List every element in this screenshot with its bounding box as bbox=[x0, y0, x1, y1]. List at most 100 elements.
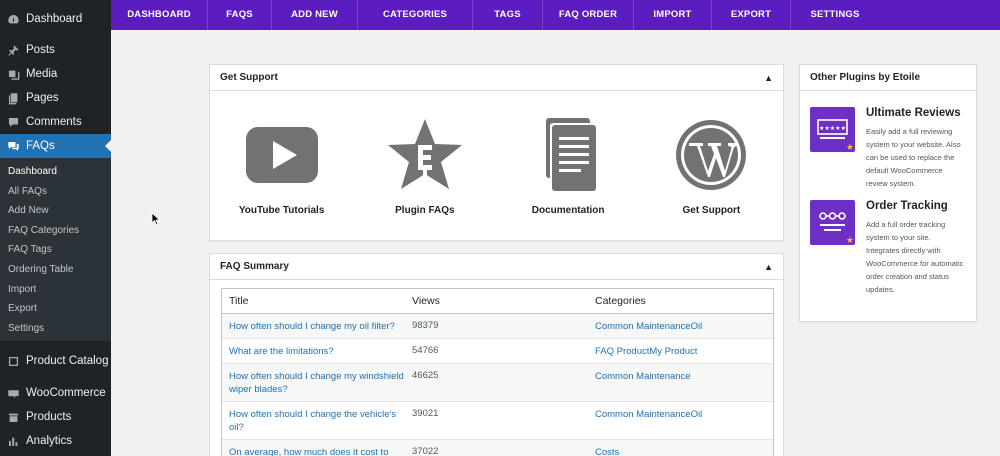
nav-add-new[interactable]: ADD NEW bbox=[272, 0, 358, 30]
faq-title-link[interactable]: How often should I change my windshield … bbox=[229, 371, 404, 395]
plugin-card-order-tracking[interactable]: ★ Order Tracking Add a full order tracki… bbox=[800, 200, 976, 296]
sidebar-item-product-catalog[interactable]: Product Catalog bbox=[0, 349, 111, 373]
products-icon bbox=[6, 410, 20, 424]
sidebar-item-label: Product Catalog bbox=[26, 355, 109, 368]
panel-title: Other Plugins by Etoile bbox=[810, 72, 921, 83]
wordpress-icon bbox=[676, 120, 747, 190]
plugin-title: Order Tracking bbox=[866, 200, 948, 212]
nav-faq-order[interactable]: FAQ ORDER bbox=[543, 0, 634, 30]
nav-tags[interactable]: TAGS bbox=[473, 0, 543, 30]
faq-categories-link[interactable]: FAQ ProductMy Product bbox=[595, 346, 697, 357]
sidebar-item-pages[interactable]: Pages bbox=[0, 86, 111, 110]
collapse-toggle-icon[interactable]: ▲ bbox=[764, 262, 773, 272]
analytics-icon bbox=[6, 434, 20, 448]
youtube-icon bbox=[245, 127, 318, 183]
pin-icon bbox=[6, 43, 20, 57]
sidebar-item-label: WooCommerce bbox=[26, 387, 106, 400]
sidebar-item-media[interactable]: Media bbox=[0, 62, 111, 86]
svg-text:★★★★★: ★★★★★ bbox=[819, 125, 846, 132]
faq-categories-link[interactable]: Common Maintenance bbox=[595, 371, 691, 382]
submenu-item-all-faqs[interactable]: All FAQs bbox=[0, 182, 111, 202]
faq-views: 98379 bbox=[412, 320, 439, 331]
table-header: Title Views Categories bbox=[222, 289, 773, 314]
plugin-title: Ultimate Reviews bbox=[866, 107, 961, 119]
plugin-description: Easily add a full reviewing system to yo… bbox=[866, 127, 961, 188]
nav-export[interactable]: EXPORT bbox=[712, 0, 791, 30]
submenu-item-settings[interactable]: Settings bbox=[0, 319, 111, 339]
sidebar-item-label: FAQs bbox=[26, 140, 55, 152]
sidebar-item-label: Dashboard bbox=[26, 13, 83, 25]
sidebar-item-analytics[interactable]: Analytics bbox=[0, 429, 111, 453]
column-header-title[interactable]: Title bbox=[222, 295, 406, 307]
submenu-item-add-new[interactable]: Add New bbox=[0, 201, 111, 221]
other-plugins-panel: Other Plugins by Etoile ★★★★★ ★ Ultimate… bbox=[799, 64, 977, 322]
nav-dashboard[interactable]: DASHBOARD bbox=[111, 0, 208, 30]
panel-title: FAQ Summary bbox=[220, 261, 289, 272]
table-row: How often should I change the vehicle's … bbox=[222, 402, 773, 440]
plugin-card-ultimate-reviews[interactable]: ★★★★★ ★ Ultimate Reviews Easily add a fu… bbox=[800, 107, 976, 190]
submenu-item-faq-categories[interactable]: FAQ Categories bbox=[0, 221, 111, 241]
mouse-cursor-icon bbox=[151, 212, 161, 229]
submenu-item-ordering-table[interactable]: Ordering Table bbox=[0, 260, 111, 280]
panel-header: FAQ Summary ▲ bbox=[210, 254, 783, 280]
submenu-item-export[interactable]: Export bbox=[0, 299, 111, 319]
table-row: How often should I change my windshield … bbox=[222, 364, 773, 402]
faq-categories-link[interactable]: Common MaintenanceOil bbox=[595, 321, 702, 332]
support-plugin-faqs[interactable]: Plugin FAQs bbox=[353, 117, 496, 216]
table-row: How often should I change my oil filter?… bbox=[222, 314, 773, 339]
submenu-item-dashboard[interactable]: Dashboard bbox=[0, 162, 111, 182]
column-header-categories[interactable]: Categories bbox=[589, 295, 773, 307]
support-get-support[interactable]: Get Support bbox=[640, 117, 783, 216]
sidebar-item-label: Media bbox=[26, 68, 58, 80]
faq-icon bbox=[6, 139, 20, 153]
support-label: Documentation bbox=[531, 205, 605, 216]
catalog-icon bbox=[6, 354, 20, 368]
support-youtube-tutorials[interactable]: YouTube Tutorials bbox=[210, 117, 353, 216]
sidebar-item-label: Posts bbox=[26, 44, 55, 56]
panel-header: Other Plugins by Etoile bbox=[800, 65, 976, 91]
submenu-item-faq-tags[interactable]: FAQ Tags bbox=[0, 240, 111, 260]
nav-import[interactable]: IMPORT bbox=[634, 0, 712, 30]
documents-icon bbox=[546, 118, 597, 191]
nav-faqs[interactable]: FAQS bbox=[208, 0, 272, 30]
faq-summary-panel: FAQ Summary ▲ Title Views Categories How… bbox=[209, 253, 784, 456]
sidebar-item-label: Analytics bbox=[26, 435, 73, 448]
admin-sidebar: Dashboard Posts Media Pages Comments FAQ… bbox=[0, 0, 111, 456]
sidebar-item-label: Comments bbox=[26, 116, 82, 128]
column-header-views[interactable]: Views bbox=[406, 295, 589, 307]
comments-icon bbox=[6, 115, 20, 129]
collapse-toggle-icon[interactable]: ▲ bbox=[764, 73, 773, 83]
table-row: On average, how much does it cost to 370… bbox=[222, 440, 773, 456]
media-icon bbox=[6, 67, 20, 81]
get-support-panel: Get Support ▲ YouTube Tutorials Plugin F… bbox=[209, 64, 784, 241]
submenu-item-import[interactable]: Import bbox=[0, 280, 111, 300]
dashboard-icon bbox=[6, 12, 20, 26]
panel-title: Get Support bbox=[220, 72, 278, 83]
sidebar-item-products[interactable]: Products bbox=[0, 405, 111, 429]
sidebar-item-posts[interactable]: Posts bbox=[0, 38, 111, 62]
faq-title-link[interactable]: What are the limitations? bbox=[229, 346, 334, 357]
table-row: What are the limitations? 54766 FAQ Prod… bbox=[222, 339, 773, 364]
faq-title-link[interactable]: How often should I change the vehicle's … bbox=[229, 409, 396, 433]
faq-categories-link[interactable]: Common MaintenanceOil bbox=[595, 409, 702, 420]
order-tracking-icon: ★ bbox=[810, 200, 855, 245]
plugin-description: Add a full order tracking system to your… bbox=[866, 220, 964, 294]
woocommerce-icon bbox=[6, 386, 20, 400]
support-documentation[interactable]: Documentation bbox=[497, 117, 640, 216]
support-label: YouTube Tutorials bbox=[238, 205, 325, 216]
pages-icon bbox=[6, 91, 20, 105]
faq-views: 37022 bbox=[412, 446, 439, 456]
faq-title-link[interactable]: How often should I change my oil filter? bbox=[229, 321, 395, 332]
sidebar-item-dashboard[interactable]: Dashboard bbox=[0, 7, 111, 31]
faq-categories-link[interactable]: Costs bbox=[595, 447, 619, 456]
faq-views: 39021 bbox=[412, 408, 439, 419]
support-label: Plugin FAQs bbox=[395, 205, 455, 216]
nav-categories[interactable]: CATEGORIES bbox=[358, 0, 473, 30]
faq-title-link[interactable]: On average, how much does it cost to bbox=[229, 447, 388, 456]
sidebar-item-woocommerce[interactable]: WooCommerce bbox=[0, 381, 111, 405]
sidebar-item-faqs[interactable]: FAQs bbox=[0, 134, 111, 158]
nav-settings[interactable]: SETTINGS bbox=[791, 0, 879, 30]
sidebar-item-comments[interactable]: Comments bbox=[0, 110, 111, 134]
faq-views: 54766 bbox=[412, 345, 439, 356]
support-label: Get Support bbox=[682, 205, 741, 216]
